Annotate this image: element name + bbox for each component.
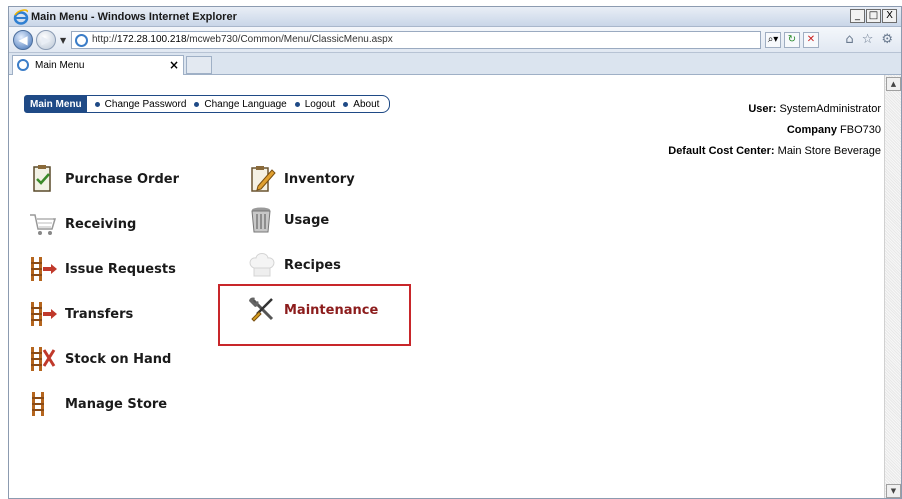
url-prefix: http:// <box>92 34 118 45</box>
ladder-arrow-icon <box>31 302 57 326</box>
maintenance-highlight-box <box>218 284 411 346</box>
module-label: Purchase Order <box>65 171 180 187</box>
browser-window: Main Menu - Windows Internet Explorer _ … <box>8 6 902 499</box>
module-label: Usage <box>284 212 330 228</box>
about-link[interactable]: About <box>343 99 379 110</box>
company-label: Company <box>786 124 837 136</box>
home-icon[interactable]: ⌂ <box>845 32 853 47</box>
user-value: SystemAdministrator <box>779 103 881 115</box>
user-label: User: <box>748 103 777 115</box>
tab-bar: Main Menu × <box>9 53 901 75</box>
module-transfers[interactable]: Transfers <box>27 299 133 329</box>
page-content: Main Menu Change Password Change Languag… <box>9 75 885 498</box>
bullet-icon <box>194 101 200 107</box>
module-inventory[interactable]: Inventory <box>246 164 355 194</box>
history-dropdown-icon[interactable]: ▼ <box>60 36 66 45</box>
page-icon <box>75 34 88 47</box>
clipboard-check-icon <box>33 165 51 192</box>
company-value: FBO730 <box>840 124 881 136</box>
module-label: Issue Requests <box>65 261 176 277</box>
address-bar: ◀ ▶ ▼ http://172.28.100.218/mcweb730/Com… <box>9 27 901 53</box>
module-issue-requests[interactable]: Issue Requests <box>27 254 176 284</box>
ladder-icon <box>32 392 44 416</box>
module-usage[interactable]: Usage <box>246 205 329 235</box>
title-bar: Main Menu - Windows Internet Explorer _ … <box>9 7 901 27</box>
module-receiving[interactable]: Receiving <box>27 209 136 239</box>
change-language-link[interactable]: Change Language <box>194 99 287 110</box>
minimize-button[interactable]: _ <box>850 9 865 23</box>
url-host: 172.28.100.218 <box>117 34 187 45</box>
scroll-up-icon[interactable]: ▲ <box>886 77 901 91</box>
module-manage-store[interactable]: Manage Store <box>27 389 167 419</box>
module-label: Stock on Hand <box>65 351 172 367</box>
close-window-button[interactable]: X <box>882 9 897 23</box>
new-tab-button[interactable] <box>186 56 212 74</box>
module-purchase-order[interactable]: Purchase Order <box>27 164 179 194</box>
ie-page-icon <box>17 59 29 71</box>
url-input[interactable]: http://172.28.100.218/mcweb730/Common/Me… <box>71 31 761 49</box>
cost-center-value: Main Store Beverage <box>777 145 881 157</box>
module-label: Recipes <box>284 257 341 273</box>
ie-logo-icon <box>13 9 29 25</box>
ladder-arrow-icon <box>31 257 57 281</box>
cost-center-label: Default Cost Center: <box>668 145 775 157</box>
ladder-cross-icon <box>31 347 56 371</box>
module-label: Receiving <box>65 216 137 232</box>
gear-icon[interactable]: ⚙ <box>881 32 893 47</box>
back-button[interactable]: ◀ <box>13 30 33 50</box>
maximize-button[interactable]: □ <box>866 9 881 23</box>
stop-icon[interactable]: ✕ <box>803 32 819 48</box>
module-stock-on-hand[interactable]: Stock on Hand <box>27 344 171 374</box>
tab-main-menu[interactable]: Main Menu × <box>12 55 184 75</box>
search-dropdown-button[interactable]: ⌕▾ <box>765 32 781 48</box>
change-password-link[interactable]: Change Password <box>94 99 186 110</box>
main-menu-link[interactable]: Main Menu <box>25 96 87 112</box>
favorites-star-icon[interactable]: ☆ <box>862 32 874 47</box>
bullet-icon <box>94 101 100 107</box>
chef-hat-icon <box>249 253 275 277</box>
tab-label: Main Menu <box>35 60 85 71</box>
scroll-down-icon[interactable]: ▼ <box>886 484 901 498</box>
url-path: /mcweb730/Common/Menu/ClassicMenu.aspx <box>186 34 393 45</box>
clipboard-pencil-icon <box>251 166 276 192</box>
tab-close-icon[interactable]: × <box>169 58 179 72</box>
top-menu-bar: Main Menu Change Password Change Languag… <box>24 95 391 113</box>
module-label: Inventory <box>284 171 355 187</box>
vertical-scrollbar[interactable]: ▲ ▼ <box>884 75 901 498</box>
refresh-icon[interactable]: ↻ <box>784 32 800 48</box>
bullet-icon <box>343 101 349 107</box>
trash-can-icon <box>251 207 271 233</box>
forward-button[interactable]: ▶ <box>36 30 56 50</box>
module-label: Manage Store <box>65 396 168 412</box>
bullet-icon <box>294 101 300 107</box>
logout-link[interactable]: Logout <box>294 99 335 110</box>
window-title: Main Menu - Windows Internet Explorer <box>31 11 237 23</box>
shopping-cart-icon <box>30 214 57 235</box>
module-recipes[interactable]: Recipes <box>246 250 341 280</box>
module-label: Transfers <box>65 306 134 322</box>
user-info: User: SystemAdministrator Company FBO730… <box>668 99 881 162</box>
